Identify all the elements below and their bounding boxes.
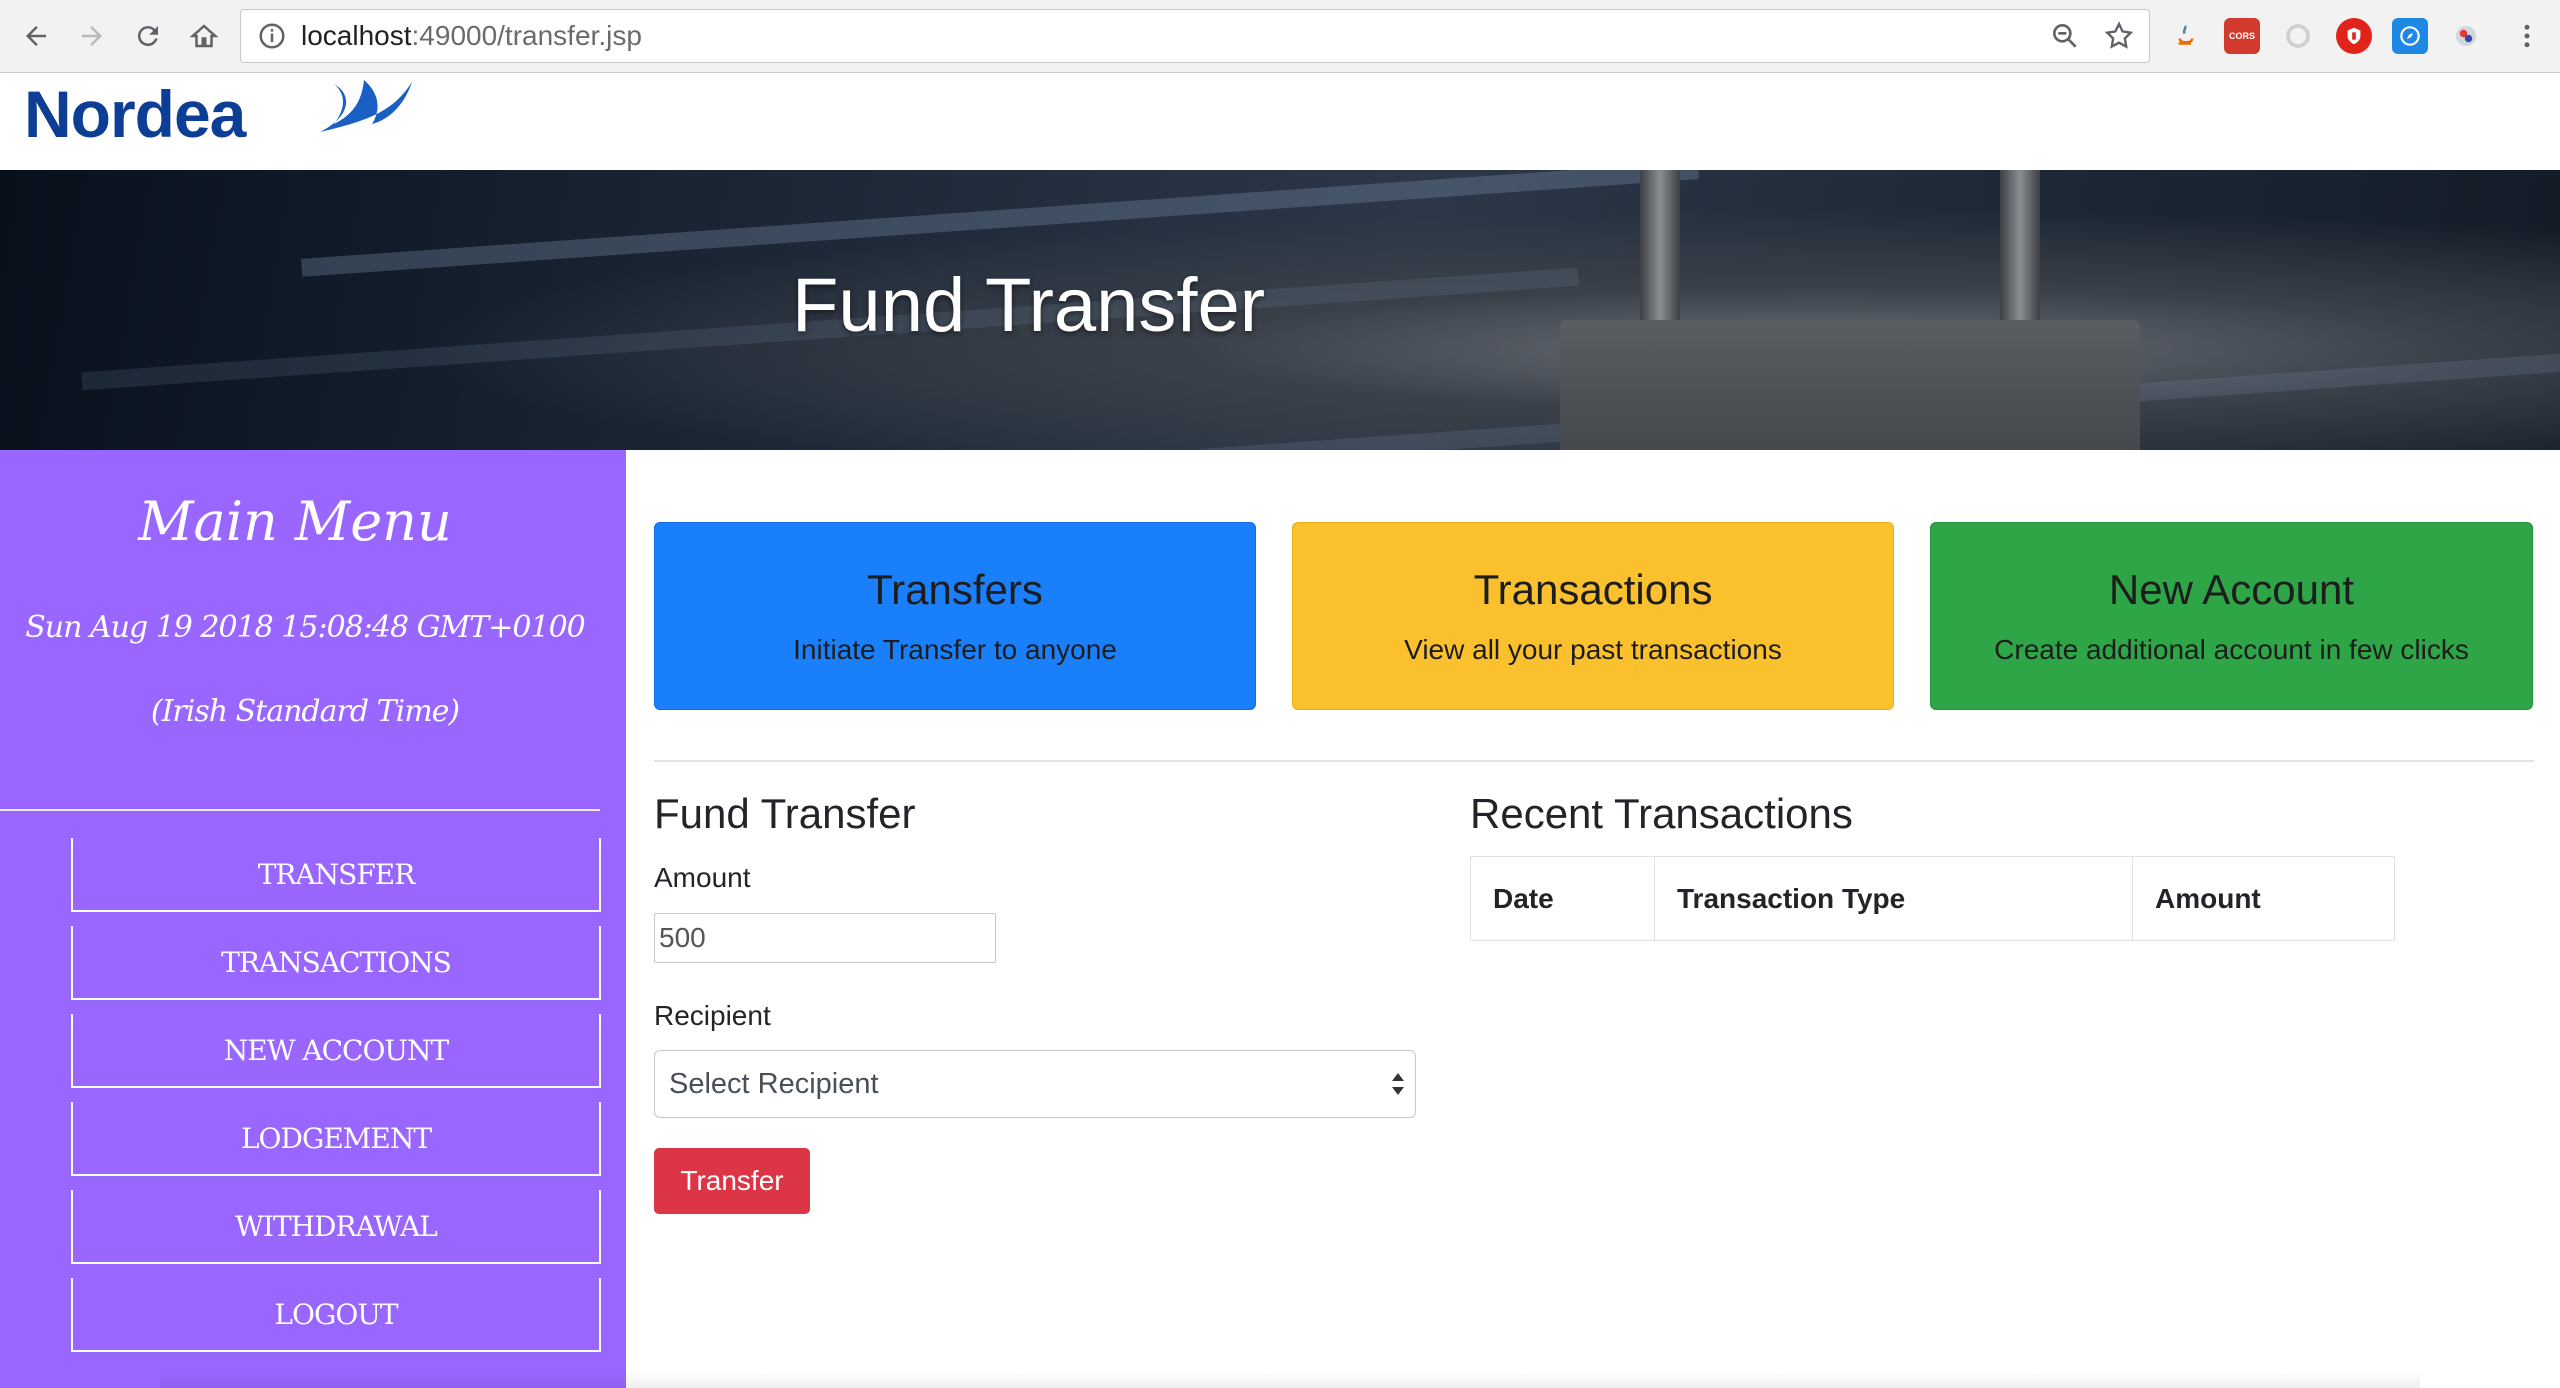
sidebar-item-transactions[interactable]: TRANSACTIONS	[71, 926, 601, 1000]
recipient-selected-value: Select Recipient	[669, 1067, 879, 1100]
card-title: New Account	[2108, 566, 2355, 613]
card-title: Transfers	[867, 566, 1043, 613]
transfers-card[interactable]: Transfers Initiate Transfer to anyone	[654, 522, 1256, 710]
recipient-label: Recipient	[654, 1000, 771, 1031]
amount-label: Amount	[654, 862, 751, 893]
logo-wing-icon	[320, 80, 412, 132]
color-picker-icon[interactable]	[2448, 18, 2484, 54]
sidebar-item-new-account[interactable]: NEW ACCOUNT	[71, 1014, 601, 1088]
nordea-logo[interactable]: Nordea	[24, 76, 412, 152]
column-header-transaction-type: Transaction Type	[1654, 856, 2133, 941]
url-text: localhost:49000/transfer.jsp	[301, 20, 642, 51]
recent-transactions-table: Date Transaction Type Amount	[1470, 856, 2395, 941]
back-arrow-icon	[26, 26, 46, 46]
cors-icon[interactable]: CORS	[2224, 18, 2260, 54]
column-header-date: Date	[1470, 856, 1655, 941]
new-account-card[interactable]: New Account Create additional account in…	[1930, 522, 2533, 710]
recent-transactions-title: Recent Transactions	[1470, 790, 1853, 837]
hero-title: Fund Transfer	[792, 263, 1266, 348]
recipient-select[interactable]: Select Recipient	[654, 1050, 1416, 1118]
sidebar-item-withdrawal[interactable]: WITHDRAWAL	[71, 1190, 601, 1264]
column-header-amount: Amount	[2132, 856, 2395, 941]
ublock-icon[interactable]	[2336, 18, 2372, 54]
forward-button[interactable]	[70, 14, 114, 58]
home-button[interactable]	[182, 14, 226, 58]
sidebar-item-transfer[interactable]: TRANSFER	[71, 838, 601, 912]
content-divider	[654, 760, 2534, 762]
sidebar-title: Main Menu	[138, 490, 452, 553]
page-bottom-shadow	[160, 1370, 2420, 1388]
logo-text: Nordea	[24, 77, 246, 151]
home-icon	[189, 24, 219, 48]
back-button[interactable]	[14, 14, 58, 58]
zoom-icon[interactable]	[2049, 20, 2081, 52]
sidebar-divider	[0, 809, 600, 811]
site-header: Nordea	[0, 74, 2560, 170]
card-title: Transactions	[1473, 566, 1713, 613]
current-date: Sun Aug 19 2018 15:08:48 GMT+0100 (Irish…	[25, 610, 586, 729]
main-menu-sidebar: Main Menu Sun Aug 19 2018 15:08:48 GMT+0…	[0, 450, 626, 1388]
transfer-button[interactable]: Transfer	[654, 1148, 810, 1214]
sidebar-item-lodgement[interactable]: LODGEMENT	[71, 1102, 601, 1176]
info-icon[interactable]	[257, 21, 287, 51]
reload-button[interactable]	[126, 14, 170, 58]
compass-icon[interactable]	[2392, 18, 2428, 54]
table-header-row: Date Transaction Type Amount	[1470, 856, 2395, 941]
forward-arrow-icon	[82, 26, 102, 46]
java-icon[interactable]	[2168, 18, 2204, 54]
reload-icon	[137, 26, 158, 47]
sidebar-nav: TRANSFER TRANSACTIONS NEW ACCOUNT LODGEM…	[71, 838, 601, 1366]
sidebar-item-logout[interactable]: LOGOUT	[71, 1278, 601, 1352]
card-subtitle: View all your past transactions	[1404, 634, 1782, 665]
extension-icon[interactable]	[2280, 18, 2316, 54]
browser-toolbar: localhost:49000/transfer.jsp CORS	[0, 0, 2560, 73]
transactions-card[interactable]: Transactions View all your past transact…	[1292, 522, 1894, 710]
card-subtitle: Create additional account in few clicks	[1994, 634, 2469, 665]
bookmark-star-icon[interactable]	[2103, 20, 2135, 52]
hero-banner: Fund Transfer	[0, 170, 2560, 450]
form-title: Fund Transfer	[654, 790, 916, 837]
browser-menu-icon[interactable]	[2512, 18, 2542, 54]
amount-input[interactable]	[654, 913, 996, 963]
address-bar[interactable]: localhost:49000/transfer.jsp	[240, 9, 2150, 63]
card-subtitle: Initiate Transfer to anyone	[793, 634, 1117, 665]
select-arrows-icon	[1392, 1073, 1404, 1095]
